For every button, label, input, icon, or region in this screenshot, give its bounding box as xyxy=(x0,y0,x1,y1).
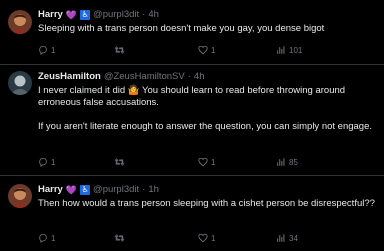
heart-icon xyxy=(198,45,208,55)
tweet-text: Then how would a trans person sleeping w… xyxy=(38,198,375,209)
like-button[interactable]: 1 xyxy=(198,156,215,168)
timestamp[interactable]: 4h xyxy=(194,71,205,83)
timestamp[interactable]: 1h xyxy=(148,184,159,196)
author-name[interactable]: ZeusHamilton xyxy=(38,71,101,83)
reply-icon xyxy=(39,157,47,167)
views-icon xyxy=(277,158,285,166)
like-button[interactable]: 1 xyxy=(198,44,215,56)
author-handle[interactable]: @ZeusHamiltonSV xyxy=(104,71,185,83)
view-count: 85 xyxy=(289,157,298,167)
avatar[interactable] xyxy=(8,184,32,208)
view-count: 34 xyxy=(289,233,298,243)
reply-count: 1 xyxy=(51,45,56,55)
view-count: 101 xyxy=(289,45,303,55)
repost-icon xyxy=(114,158,125,166)
tweet-actions: 1 1 34 xyxy=(38,232,376,244)
separator: · xyxy=(142,184,146,195)
purple-heart-icon: 💜 xyxy=(65,185,78,195)
repost-button[interactable] xyxy=(114,156,128,168)
views-button[interactable]: 101 xyxy=(276,44,302,56)
avatar[interactable] xyxy=(8,71,32,95)
reply-icon xyxy=(39,233,47,243)
reply-button[interactable]: 1 xyxy=(38,156,55,168)
views-button[interactable]: 85 xyxy=(276,156,298,168)
wheelchair-icon: ♿ xyxy=(80,185,91,195)
views-icon xyxy=(277,46,285,54)
like-count: 1 xyxy=(211,233,216,243)
tweet-actions: 1 1 101 xyxy=(38,44,376,56)
tweet[interactable]: ZeusHamilton @ZeusHamiltonSV · 4h I neve… xyxy=(0,65,384,175)
reply-count: 1 xyxy=(51,233,56,243)
repost-button[interactable] xyxy=(114,44,128,56)
heart-icon xyxy=(198,157,208,167)
author-name[interactable]: Harry xyxy=(38,9,63,21)
timestamp[interactable]: 4h xyxy=(148,9,159,21)
reply-button[interactable]: 1 xyxy=(38,232,55,244)
tweet[interactable]: Harry 💜 ♿ @purpl3dit · 4h Sleeping with … xyxy=(0,0,384,65)
repost-button[interactable] xyxy=(114,232,128,244)
author-name[interactable]: Harry xyxy=(38,184,63,196)
tweet-text: Sleeping with a trans person doesn't mak… xyxy=(38,23,325,34)
avatar[interactable] xyxy=(8,10,32,34)
reply-icon xyxy=(39,45,47,55)
tweet-header: Harry 💜 ♿ @purpl3dit · 4h xyxy=(38,9,376,21)
like-count: 1 xyxy=(211,157,216,167)
tweet-actions: 1 1 85 xyxy=(38,156,376,168)
author-handle[interactable]: @purpl3dit xyxy=(93,9,139,21)
tweet-text: If you aren't literate enough to answer … xyxy=(38,121,372,132)
like-button[interactable]: 1 xyxy=(198,232,215,244)
tweet-text: I never claimed it did 🤷 You should lear… xyxy=(38,85,346,108)
like-count: 1 xyxy=(211,45,216,55)
separator: · xyxy=(142,9,146,20)
tweet-header: ZeusHamilton @ZeusHamiltonSV · 4h xyxy=(38,71,376,83)
tweet-header: Harry 💜 ♿ @purpl3dit · 1h xyxy=(38,184,376,196)
heart-icon xyxy=(198,233,208,243)
views-icon xyxy=(277,234,285,242)
separator: · xyxy=(187,71,191,82)
wheelchair-icon: ♿ xyxy=(80,10,91,20)
reply-count: 1 xyxy=(51,157,56,167)
author-handle[interactable]: @purpl3dit xyxy=(93,184,139,196)
reply-button[interactable]: 1 xyxy=(38,44,55,56)
views-button[interactable]: 34 xyxy=(276,232,298,244)
repost-icon xyxy=(114,46,125,54)
purple-heart-icon: 💜 xyxy=(65,10,78,20)
repost-icon xyxy=(114,234,125,242)
tweet[interactable]: Harry 💜 ♿ @purpl3dit · 1h Then how would… xyxy=(0,176,384,251)
